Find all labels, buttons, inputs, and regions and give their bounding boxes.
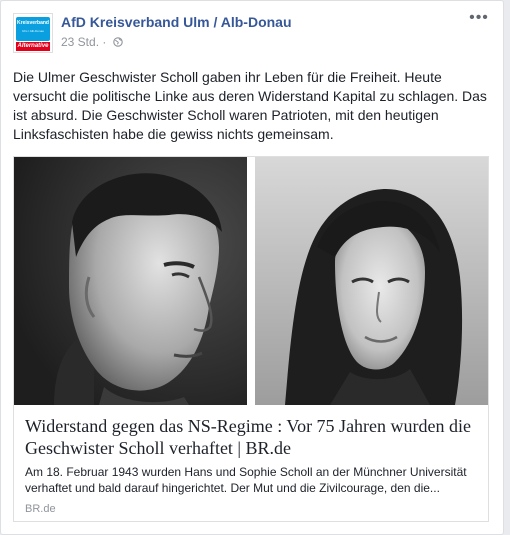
post-text: Die Ulmer Geschwister Scholl gaben ihr L… (13, 69, 487, 142)
avatar-logo-subtext: Ulm / Alb-Donau (22, 29, 44, 33)
link-preview-body[interactable]: Widerstand gegen das NS-Regime : Vor 75 … (14, 405, 488, 521)
globe-icon (112, 37, 123, 47)
link-preview-images[interactable] (14, 157, 488, 405)
avatar-logo-text: Kreisverband (17, 20, 49, 26)
post-meta: 23 Std. · (61, 35, 123, 49)
avatar-logo-brand: Alternative (16, 42, 50, 51)
portrait-man-image (14, 157, 247, 405)
post-header: Kreisverband Ulm / Alb-Donau Alternative… (13, 10, 491, 57)
link-preview-description: Am 18. Februar 1943 wurden Hans und Soph… (25, 465, 467, 495)
page-name-link[interactable]: AfD Kreisverband Ulm / Alb-Donau (61, 14, 292, 30)
post-timestamp[interactable]: 23 Std. (61, 35, 99, 49)
feed-post: Kreisverband Ulm / Alb-Donau Alternative… (0, 0, 504, 535)
link-preview-title[interactable]: Widerstand gegen das NS-Regime : Vor 75 … (25, 415, 480, 459)
portrait-woman-image (255, 157, 488, 405)
page-avatar[interactable]: Kreisverband Ulm / Alb-Donau Alternative (13, 13, 53, 53)
link-preview-card[interactable]: Widerstand gegen das NS-Regime : Vor 75 … (13, 156, 489, 522)
more-options-icon[interactable]: ••• (469, 10, 489, 27)
meta-separator: · (102, 35, 107, 49)
link-preview-domain: BR.de (25, 503, 56, 515)
